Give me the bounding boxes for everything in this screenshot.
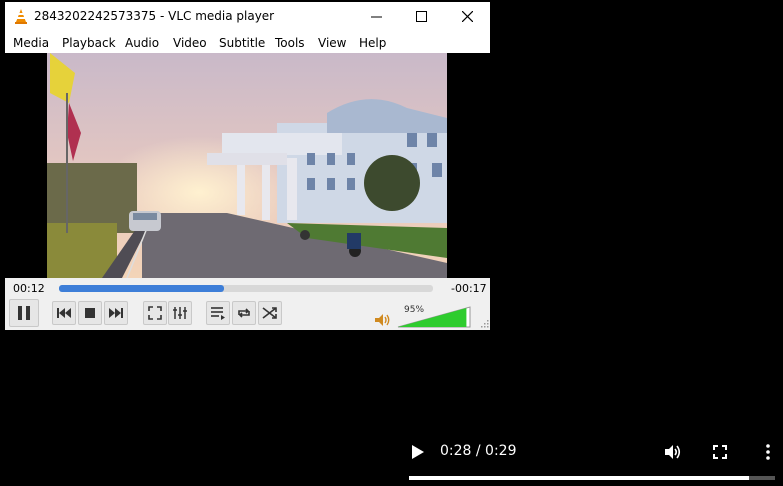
close-icon bbox=[461, 11, 473, 22]
volume-icon[interactable] bbox=[664, 444, 682, 460]
playlist-icon bbox=[211, 307, 225, 320]
seek-row: 00:12 -00:17 bbox=[5, 278, 490, 298]
menu-audio[interactable]: Audio bbox=[125, 36, 159, 50]
resize-grip-icon[interactable] bbox=[479, 318, 489, 328]
extended-settings-button[interactable] bbox=[168, 301, 192, 325]
browser-progress-fill bbox=[409, 476, 750, 480]
next-button[interactable] bbox=[104, 301, 128, 325]
menu-help[interactable]: Help bbox=[359, 36, 386, 50]
menu-tools[interactable]: Tools bbox=[275, 36, 305, 50]
loop-button[interactable] bbox=[232, 301, 256, 325]
close-button[interactable] bbox=[444, 2, 490, 31]
vlc-cone-icon bbox=[15, 9, 27, 24]
maximize-icon bbox=[415, 11, 427, 22]
play-icon[interactable] bbox=[411, 444, 425, 460]
elapsed-time: 00:12 bbox=[13, 282, 45, 295]
vlc-window: 2843202242573375 - VLC media player Medi… bbox=[5, 2, 490, 330]
previous-button[interactable] bbox=[52, 301, 76, 325]
minimize-button[interactable] bbox=[353, 2, 399, 31]
pause-icon bbox=[18, 306, 30, 320]
menu-playback[interactable]: Playback bbox=[62, 36, 116, 50]
pause-button[interactable] bbox=[9, 299, 39, 327]
fullscreen-icon[interactable] bbox=[713, 445, 727, 459]
video-area[interactable] bbox=[5, 53, 490, 278]
menu-subtitle[interactable]: Subtitle bbox=[219, 36, 265, 50]
volume-slider[interactable] bbox=[397, 306, 471, 328]
remaining-time: -00:17 bbox=[451, 282, 487, 295]
menu-view[interactable]: View bbox=[318, 36, 346, 50]
fullscreen-icon bbox=[148, 306, 162, 320]
window-title: 2843202242573375 - VLC media player bbox=[34, 9, 275, 23]
menu-media[interactable]: Media bbox=[13, 36, 49, 50]
stop-icon bbox=[85, 308, 95, 318]
extended-settings-icon bbox=[173, 307, 187, 319]
fullscreen-button[interactable] bbox=[143, 301, 167, 325]
random-button[interactable] bbox=[258, 301, 282, 325]
speaker-icon[interactable] bbox=[374, 313, 392, 327]
seek-progress bbox=[59, 285, 224, 292]
skip-previous-icon bbox=[57, 308, 71, 318]
loop-icon bbox=[238, 308, 250, 318]
shuffle-icon bbox=[262, 307, 277, 319]
skip-next-icon bbox=[109, 308, 123, 318]
title-bar[interactable]: 2843202242573375 - VLC media player bbox=[5, 2, 490, 31]
browser-video-time: 0:28 / 0:29 bbox=[440, 443, 517, 459]
maximize-button[interactable] bbox=[398, 2, 444, 31]
stop-button[interactable] bbox=[78, 301, 102, 325]
menu-video[interactable]: Video bbox=[173, 36, 207, 50]
seek-slider[interactable] bbox=[59, 285, 433, 292]
minimize-icon bbox=[370, 16, 382, 18]
more-options-icon[interactable] bbox=[765, 444, 771, 460]
video-frame bbox=[47, 53, 447, 278]
menu-bar: Media Playback Audio Video Subtitle Tool… bbox=[5, 31, 490, 53]
browser-progress-bar[interactable] bbox=[409, 476, 775, 480]
playlist-button[interactable] bbox=[206, 301, 230, 325]
